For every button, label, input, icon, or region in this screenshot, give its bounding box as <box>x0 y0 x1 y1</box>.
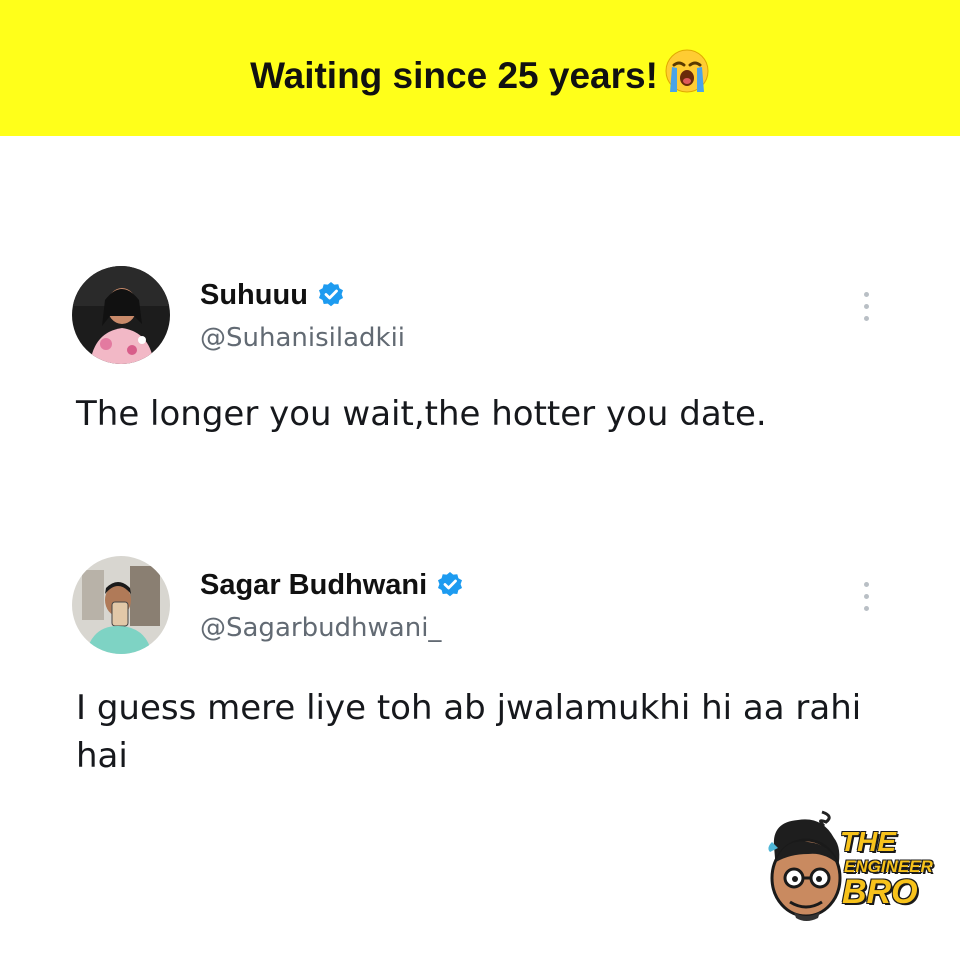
name-row: Sagar Budhwani <box>200 568 464 602</box>
logo-line-1: THE <box>840 826 896 857</box>
banner-title: Waiting since 25 years! <box>250 55 658 96</box>
banner-title-row: Waiting since 25 years! <box>0 48 960 105</box>
verified-badge-icon <box>318 282 343 307</box>
logo-line-3: BRO <box>842 873 918 911</box>
name-row: Suhuuu <box>200 278 345 312</box>
tweet-text: I guess mere liye toh ab jwalamukhi hi a… <box>76 688 862 776</box>
logo-text: THE ENGINEER BRO <box>840 826 933 911</box>
handle[interactable]: @Suhanisiladkii <box>200 322 405 354</box>
tweet-text: The longer you wait,the hotter you date. <box>76 394 767 434</box>
more-options-icon[interactable] <box>858 292 874 326</box>
display-name[interactable]: Suhuuu <box>200 278 308 312</box>
handle[interactable]: @Sagarbudhwani_ <box>200 612 441 644</box>
header-banner: Waiting since 25 years! <box>0 0 960 136</box>
loudly-crying-face-icon <box>664 48 710 105</box>
avatar[interactable] <box>72 556 170 654</box>
display-name[interactable]: Sagar Budhwani <box>200 568 427 602</box>
avatar[interactable] <box>72 266 170 364</box>
engineer-bro-logo: THE ENGINEER BRO <box>764 808 934 928</box>
more-options-icon[interactable] <box>858 582 874 616</box>
verified-badge-icon <box>438 572 463 597</box>
